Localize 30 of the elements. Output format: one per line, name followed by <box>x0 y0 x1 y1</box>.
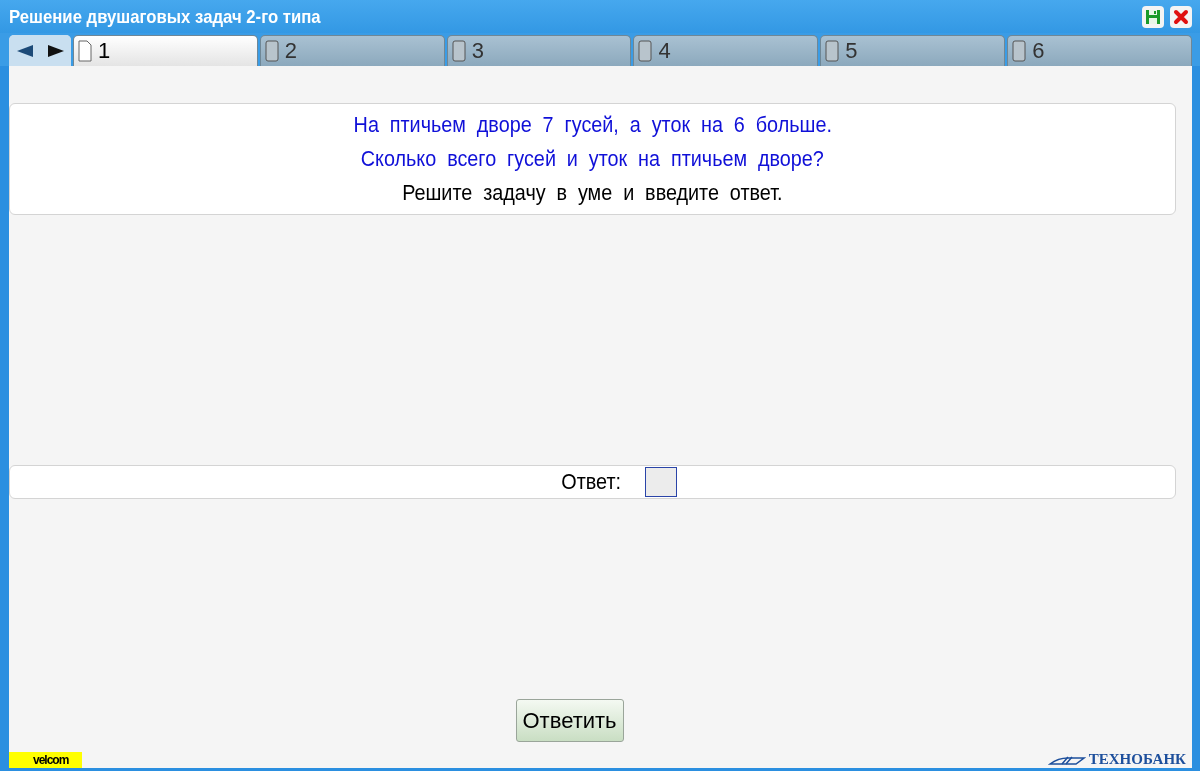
page-icon <box>1012 40 1027 62</box>
answer-label: Ответ: <box>561 469 622 495</box>
velcom-logo: velcom <box>9 752 82 768</box>
tab[interactable]: 2 <box>259 35 445 66</box>
close-button[interactable] <box>1170 5 1192 28</box>
left-arrow-icon <box>15 43 34 58</box>
tab[interactable]: 1 <box>73 35 258 66</box>
save-button[interactable] <box>1142 5 1164 28</box>
window-title: Решение двушаговых задач 2-го типа <box>9 5 321 28</box>
page-icon <box>825 40 840 62</box>
next-button[interactable] <box>40 35 71 66</box>
close-icon <box>1173 8 1189 25</box>
tab[interactable]: 4 <box>633 35 819 66</box>
tab[interactable]: 5 <box>820 35 1006 66</box>
problem-text: Сколько всего гусей и уток на птичьем дворе? <box>360 145 825 173</box>
page-icon <box>451 40 466 62</box>
tab[interactable]: 6 <box>1007 35 1192 66</box>
problem-text: На птичьем дворе 7 гусей, а уток на 6 больше. <box>353 111 832 139</box>
right-arrow-icon <box>46 43 65 58</box>
bank-logo: ТЕХНОБАНК <box>1047 751 1192 768</box>
submit-button[interactable]: Ответить <box>515 699 624 742</box>
wing-icon <box>1047 754 1086 765</box>
page-icon <box>264 40 279 62</box>
previous-button[interactable] <box>9 35 40 66</box>
save-icon <box>1145 8 1161 25</box>
page-icon <box>638 40 653 62</box>
page-icon <box>78 40 92 62</box>
problem-text: Решите задачу в уме и введите ответ. <box>402 179 783 207</box>
answer-field[interactable] <box>644 467 677 497</box>
tab[interactable]: 3 <box>446 35 632 66</box>
